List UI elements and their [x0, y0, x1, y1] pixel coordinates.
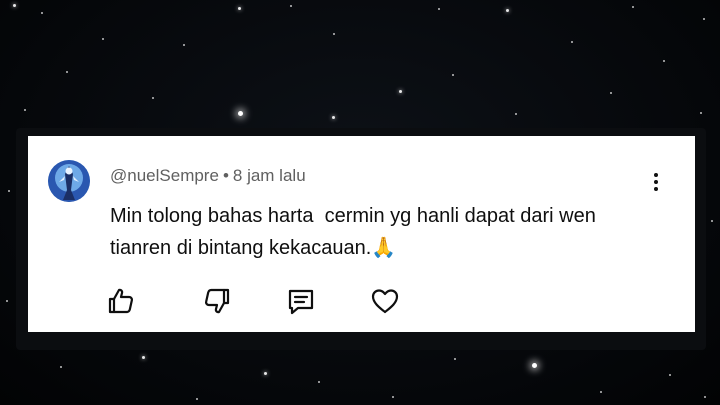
star [13, 4, 16, 7]
comment-card: @nuelSempre • 8 jam lalu Min tolong bahas … [28, 136, 695, 332]
comment-author[interactable]: @nuelSempre [110, 166, 219, 185]
star [66, 71, 68, 73]
star [454, 358, 456, 360]
heart-button[interactable] [368, 284, 402, 318]
star [571, 41, 573, 43]
star [506, 9, 509, 12]
star [6, 300, 8, 302]
comment-icon [288, 289, 314, 315]
meta-separator: • [222, 166, 229, 185]
avatar-figure-icon [48, 160, 90, 202]
star [700, 112, 702, 114]
more-vertical-icon-dot [654, 173, 658, 177]
star [663, 60, 665, 62]
more-options-button[interactable] [646, 170, 666, 196]
avatar[interactable] [48, 160, 90, 202]
comment-text: Min tolong bahas harta cermin yg hanli d… [110, 205, 602, 259]
star [711, 220, 713, 222]
starfield-background: @nuelSempre • 8 jam lalu Min tolong bahas … [0, 0, 720, 405]
star [290, 5, 292, 7]
reply-button[interactable] [284, 284, 318, 318]
comment-meta: @nuelSempre • 8 jam lalu [110, 166, 306, 186]
star [704, 396, 706, 398]
star [703, 18, 705, 20]
star [515, 113, 517, 115]
star [452, 74, 454, 76]
star [332, 116, 335, 119]
star [183, 44, 185, 46]
star [392, 396, 394, 398]
star [152, 97, 154, 99]
star [196, 398, 198, 400]
star [238, 7, 241, 10]
like-button[interactable] [104, 284, 138, 318]
star [8, 190, 10, 192]
star [318, 381, 320, 383]
star [610, 92, 612, 94]
heart-icon [371, 289, 399, 314]
star [632, 6, 634, 8]
star [438, 8, 440, 10]
star [238, 111, 243, 116]
thumbs-down-icon [204, 288, 230, 314]
thumbs-up-icon [108, 288, 134, 314]
comment-timestamp[interactable]: 8 jam lalu [233, 166, 306, 185]
star [669, 374, 671, 376]
star [600, 391, 602, 393]
more-vertical-icon-dot [654, 180, 658, 184]
star [142, 356, 145, 359]
star [102, 38, 104, 40]
star [60, 366, 62, 368]
star [333, 33, 335, 35]
star [41, 12, 43, 14]
star [399, 90, 402, 93]
more-vertical-icon-dot [654, 187, 658, 191]
star [264, 372, 267, 375]
dislike-button[interactable] [200, 284, 234, 318]
star [532, 363, 537, 368]
star [24, 109, 26, 111]
